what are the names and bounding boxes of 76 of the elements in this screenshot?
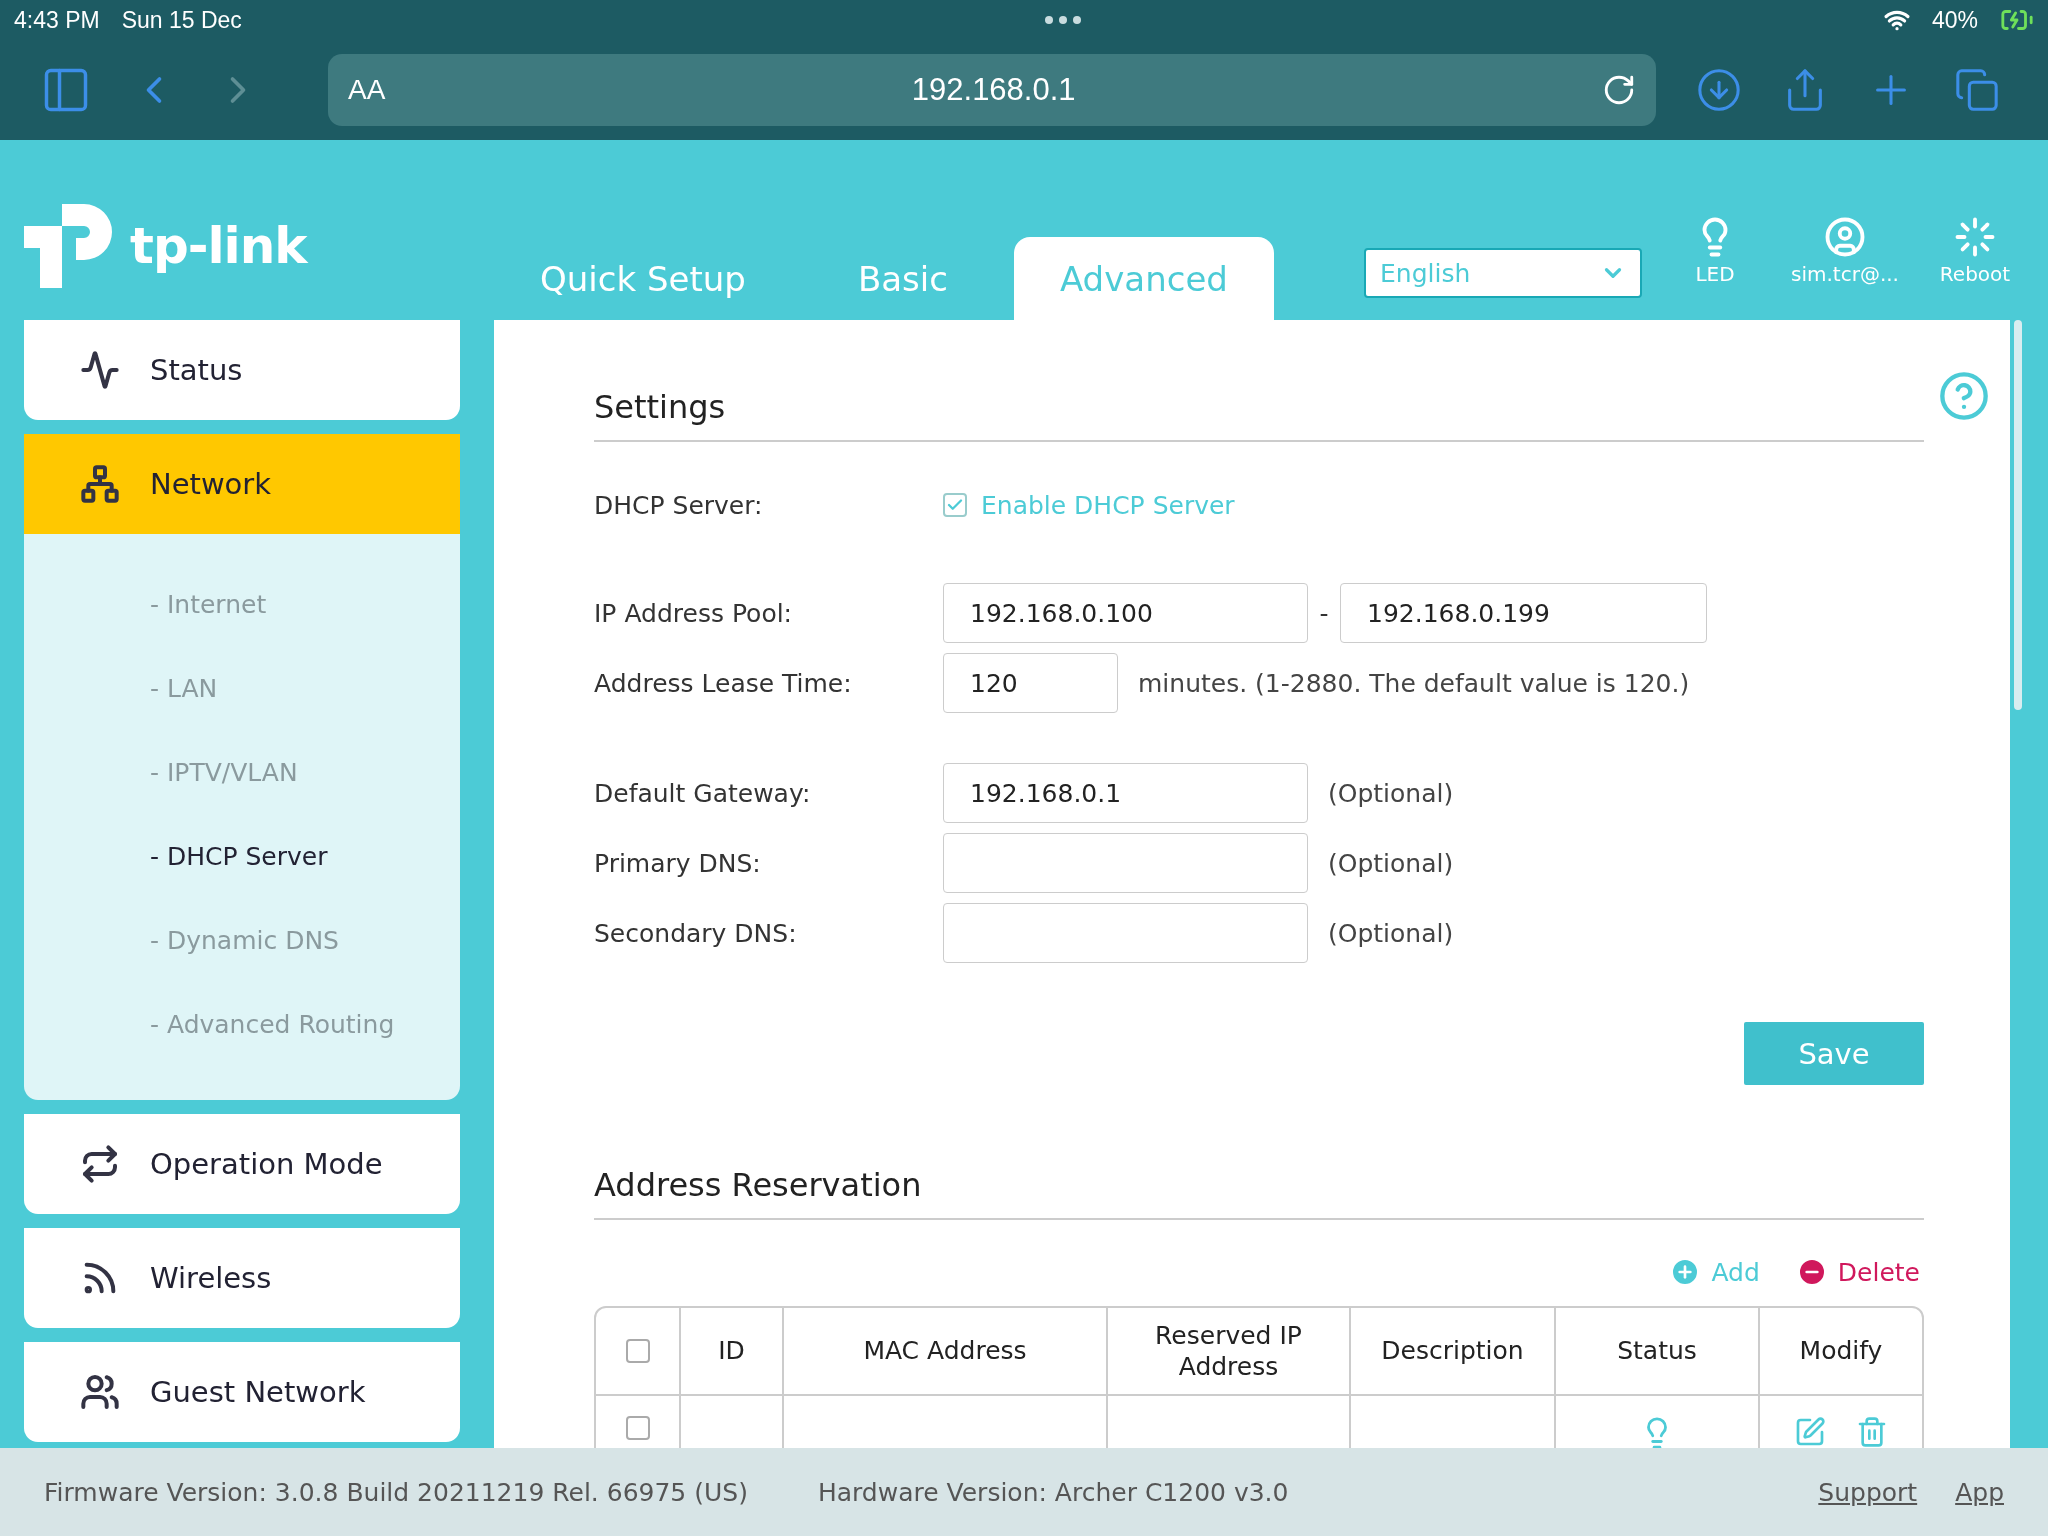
field-label: IP Address Pool: — [594, 598, 794, 628]
field-note: (Optional) — [1328, 778, 1454, 808]
submenu-item[interactable]: - IPTV/VLAN — [24, 730, 460, 814]
status-date: Sun 15 Dec — [121, 6, 242, 34]
hardware-version: Hardware Version: Archer C1200 v3.0 — [817, 1477, 1289, 1507]
field-note: minutes. (1-2880. The default value is 120.) — [1138, 668, 1690, 698]
status-icon — [80, 350, 120, 390]
mode-icon — [80, 1144, 120, 1184]
spinner-icon — [1954, 216, 1996, 258]
delete-icon[interactable] — [1856, 1416, 1888, 1448]
section-title: Address Reservation — [594, 1166, 1924, 1220]
sidebar-item[interactable]: Network — [24, 434, 460, 534]
battery-percent: 40% — [1931, 6, 1978, 34]
action-label: Reboot — [1939, 262, 2011, 286]
submenu-item[interactable]: - LAN — [24, 646, 460, 730]
sidebar-label: Wireless — [150, 1261, 272, 1295]
submenu-item[interactable]: - Internet — [24, 562, 460, 646]
action-label: sim.tcr@... — [1791, 262, 1899, 286]
sidebar-label: Operation Mode — [150, 1147, 383, 1181]
field-note: (Optional) — [1328, 918, 1454, 948]
submenu-item[interactable]: - Advanced Routing — [24, 982, 460, 1066]
row-checkbox[interactable] — [625, 1416, 650, 1440]
download-button[interactable] — [1696, 67, 1742, 113]
input-field[interactable] — [943, 833, 1308, 893]
input-field[interactable]: 120 — [943, 653, 1118, 713]
input-field[interactable]: 192.168.0.1 — [943, 763, 1308, 823]
network-icon — [80, 464, 120, 504]
reload-icon[interactable] — [1602, 73, 1636, 107]
sidebar-label: Status — [150, 353, 243, 387]
sidebar-label: Guest Network — [150, 1375, 366, 1409]
help-icon[interactable] — [1938, 370, 1990, 422]
field-label: Default Gateway: — [594, 778, 812, 808]
add-label: Add — [1711, 1257, 1760, 1287]
status-time: 4:43 PM — [14, 6, 100, 34]
scrollbar[interactable] — [2014, 320, 2022, 710]
footer-link[interactable]: App — [1955, 1477, 2004, 1507]
firmware-version: Firmware Version: 3.0.8 Build 20211219 Rel. 66975 (US) — [44, 1477, 748, 1507]
edit-icon[interactable] — [1794, 1416, 1826, 1448]
dhcp-checkbox[interactable] — [943, 493, 967, 517]
reader-button[interactable]: AA — [348, 74, 386, 106]
guest-icon — [80, 1372, 120, 1412]
input-field[interactable]: 192.168.0.199 — [1340, 583, 1707, 643]
submenu-item[interactable]: - Dynamic DNS — [24, 898, 460, 982]
user-icon — [1824, 216, 1866, 258]
field-label: Address Lease Time: — [594, 668, 853, 698]
field-note: (Optional) — [1328, 848, 1454, 878]
sidebar-item[interactable]: Wireless — [24, 1228, 460, 1328]
column-header: Reserved IP Address — [1108, 1308, 1351, 1396]
column-header: Modify — [1760, 1308, 1922, 1396]
tabs-button[interactable] — [1954, 67, 2000, 113]
action-label: LED — [1695, 262, 1735, 286]
range-separator: - — [1318, 598, 1330, 628]
column-header: MAC Address — [784, 1308, 1108, 1396]
input-field[interactable]: 192.168.0.100 — [943, 583, 1308, 643]
delete-label: Delete — [1837, 1257, 1920, 1287]
logo-text: tp-link — [130, 217, 307, 275]
sidebar-item[interactable]: Guest Network — [24, 1342, 460, 1442]
field-label: Primary DNS: — [594, 848, 762, 878]
column-header: ID — [681, 1308, 784, 1396]
checkbox-label: Enable DHCP Server — [981, 490, 1235, 520]
select-all-checkbox[interactable] — [625, 1339, 650, 1363]
column-header: Description — [1351, 1308, 1556, 1396]
language-value: English — [1380, 258, 1471, 288]
column-header: Status — [1556, 1308, 1760, 1396]
delete-button[interactable]: Delete — [1795, 1256, 1920, 1288]
input-field[interactable] — [943, 903, 1308, 963]
address-field[interactable]: AA 192.168.0.1 — [328, 54, 1656, 126]
sidebar-item[interactable]: Operation Mode — [24, 1114, 460, 1214]
footer-link[interactable]: Support — [1818, 1477, 1918, 1507]
section-title: Settings — [594, 388, 1924, 442]
sidebar-label: Network — [150, 467, 272, 501]
field-label: DHCP Server: — [594, 490, 764, 520]
submenu-item[interactable]: - DHCP Server — [24, 814, 460, 898]
field-label: Secondary DNS: — [594, 918, 798, 948]
url-text: 192.168.0.1 — [910, 72, 1077, 108]
sidebar-item[interactable]: Status — [24, 320, 460, 420]
